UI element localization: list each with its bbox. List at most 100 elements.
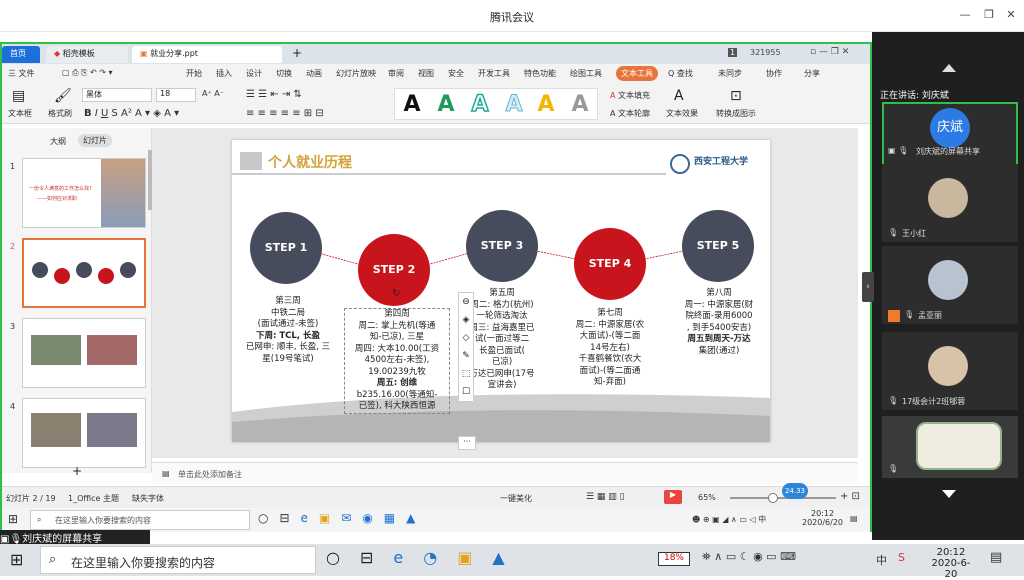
docer-icon: ◆ [54, 49, 63, 58]
tab-slides[interactable]: 幻灯片 [78, 134, 112, 147]
align-buttons[interactable]: ≡ ≡ ≡ ≡ ≡ ⊞ ⊟ [246, 108, 324, 119]
collaborate-button[interactable]: 协作 [766, 68, 782, 79]
play-slideshow-icon[interactable]: ▶ [664, 490, 682, 504]
more-options-icon[interactable]: ··· [458, 436, 476, 450]
missing-font-button[interactable]: 缺失字体 [132, 493, 164, 504]
style-light-blue-a[interactable]: A [502, 92, 526, 118]
style-grey-a[interactable]: A [568, 92, 592, 118]
font-select[interactable]: 黑体 [82, 88, 152, 102]
step-2-line: b235.16.00(等通知- [356, 389, 438, 400]
thumb-number-1: 1 [10, 162, 16, 171]
close-icon[interactable]: ✕ [1002, 8, 1020, 24]
text-fill-button[interactable]: A 文本填充 [610, 90, 650, 101]
inner-search-box[interactable]: ⌕ 在这里输入你要搜索的内容 [30, 510, 250, 530]
step-2-textbox-selected[interactable]: 第四周 周二: 掌上先机(等通 知-已凉), 三星 周四: 大本10.00(工资… [344, 308, 450, 414]
step-4-text[interactable]: 第七周 周二: 中源家居(农 大面试)-(等二面 14号左右) 千喜鹤餐饮(农大… [564, 308, 656, 389]
menu-security[interactable]: 安全 [448, 68, 464, 79]
scroll-up-icon[interactable] [942, 64, 956, 72]
text-effect-icon[interactable]: A [674, 88, 684, 104]
user-id[interactable]: 321955 [750, 48, 781, 57]
share-button[interactable]: 分享 [804, 68, 820, 79]
notes-area[interactable]: ▤ 单击此处添加备注 [152, 462, 858, 484]
minimize-icon[interactable]: — [956, 8, 974, 24]
step-3-circle[interactable]: STEP 3 [466, 210, 538, 282]
inner-notification-icon[interactable]: ▤ [850, 514, 858, 523]
menu-review[interactable]: 审阅 [388, 68, 404, 79]
menu-devtools[interactable]: 开发工具 [478, 68, 510, 79]
thumbnail-slide-2[interactable] [22, 238, 146, 308]
menu-design[interactable]: 设计 [246, 68, 262, 79]
step-5-text[interactable]: 第八周 周一: 中源家居(财 院终面-录用6000 , 到手5400安吉) 周五… [672, 288, 766, 357]
participant-tile[interactable]: 🎙 孟亚丽 [882, 246, 1018, 324]
menu-features[interactable]: 特色功能 [524, 68, 556, 79]
beautify-button[interactable]: 一键美化 [500, 493, 532, 504]
restore-icon[interactable]: ❐ [980, 8, 998, 24]
style-green-a[interactable]: A [434, 92, 458, 118]
step-1-text[interactable]: 第三周 中铁二局 (面试通过-未签) 下周: TCL, 长盈 已网申: 顺丰, … [232, 296, 344, 365]
step-4-circle[interactable]: STEP 4 [574, 228, 646, 300]
battery-indicator[interactable]: 18% [658, 552, 690, 566]
add-slide-icon[interactable]: + [72, 464, 82, 478]
font-size-select[interactable]: 18 [156, 88, 196, 102]
style-yellow-a[interactable]: A [534, 92, 558, 118]
quick-access-icons[interactable]: ▢ ⎙ ⎘ ↶ ↷ ▾ [62, 68, 113, 78]
notification-center-icon[interactable]: ▤ [990, 550, 1002, 565]
sogou-icon[interactable]: S [898, 551, 905, 564]
menu-file[interactable]: 三 文件 [8, 68, 35, 79]
style-teal-outline-a[interactable]: A [468, 91, 492, 118]
thumbnail-slide-4[interactable] [22, 398, 146, 468]
text-style-buttons[interactable]: B I U S A² A ▾ ◈ A ▾ [84, 108, 179, 119]
menu-text-tools[interactable]: 文本工具 [616, 66, 658, 81]
tray-icons[interactable]: ⛯ ∧ ▭ ☾ ◉ ▭ ⌨ [702, 550, 796, 564]
tab-docer[interactable]: ◆ 稻壳模板 [46, 46, 128, 63]
style-black-a[interactable]: A [400, 92, 424, 118]
font-grow-icons[interactable]: A⁺ A⁻ [202, 89, 224, 98]
tab-home[interactable]: 首页 [2, 46, 40, 63]
zoom-in-icon[interactable]: + ⊡ [840, 491, 860, 502]
menu-insert[interactable]: 插入 [216, 68, 232, 79]
windows-start-icon[interactable]: ⊞ [8, 512, 18, 526]
thumbnail-slide-3[interactable] [22, 318, 146, 388]
ime-indicator[interactable]: 中 [876, 552, 887, 568]
participant-tile[interactable]: 🎙 王小红 [882, 164, 1018, 242]
collapse-panel-icon[interactable]: › [862, 272, 874, 302]
menu-view[interactable]: 视图 [418, 68, 434, 79]
rotate-handle-icon[interactable]: ↻ [392, 288, 400, 299]
inner-tray-icons[interactable]: ☻ ⊕ ▣ ◢ ∧ ▭ ◁ 中 [692, 514, 766, 525]
convert-diagram-icon[interactable]: ⊡ [730, 88, 742, 104]
textbox-icon[interactable]: ▤ [12, 88, 25, 104]
new-tab-icon[interactable]: + [292, 46, 302, 60]
menu-transition[interactable]: 切换 [276, 68, 292, 79]
menu-find[interactable]: Q 查找 [668, 68, 693, 79]
textbox-label: 文本框 [8, 109, 32, 118]
zoom-tooltip: 24.33 [782, 483, 808, 499]
view-mode-icons[interactable]: ☰ ▦ ▥ ▯ [586, 492, 625, 502]
inner-taskbar-app-icons[interactable]: ○⊟e▣✉◉▦▲ [258, 511, 426, 525]
windows-start-icon[interactable]: ⊞ [10, 550, 23, 569]
menu-drawing[interactable]: 绘图工具 [570, 68, 602, 79]
tab-ppt-file[interactable]: ▣ 就业分享.ppt [132, 46, 282, 63]
step-5-circle[interactable]: STEP 5 [682, 210, 754, 282]
zoom-slider[interactable] [730, 497, 836, 499]
scroll-down-icon[interactable] [942, 490, 956, 498]
menu-start[interactable]: 开始 [186, 68, 202, 79]
taskbar-search-box[interactable]: ⌕ 在这里输入你要搜索的内容 [40, 546, 316, 574]
participant-tile[interactable]: 🎙 17级会计2班郇蓉 [882, 332, 1018, 410]
taskbar-clock[interactable]: 20:12 2020-6-20 [928, 547, 974, 580]
menu-slideshow[interactable]: 幻灯片放映 [336, 68, 376, 79]
sync-status[interactable]: 未同步 [718, 68, 742, 79]
wps-window-controls[interactable]: ▫ — ❐ ✕ [810, 47, 849, 57]
thumbnail-slide-1[interactable]: 一份令人满意的工作怎么找? ——如何应对求职 [22, 158, 146, 228]
step-2-line: 19.00239九牧 [368, 366, 426, 377]
text-outline-button[interactable]: A 文本轮廓 [610, 108, 650, 119]
avatar [916, 422, 1002, 470]
step-1-circle[interactable]: STEP 1 [250, 212, 322, 284]
list-buttons[interactable]: ☰ ☰ ⇤ ⇥ ⇅ [246, 89, 302, 100]
tab-outline[interactable]: 大纲 [50, 136, 66, 147]
floating-shape-toolbar[interactable]: ⊖ ◈ ◇ ✎ ⬚ ☐ [458, 292, 474, 402]
zoom-slider-thumb[interactable] [768, 493, 778, 503]
format-brush-icon[interactable]: 🖌 [54, 88, 72, 104]
menu-animation[interactable]: 动画 [306, 68, 322, 79]
taskbar-app-icons[interactable]: ○⊟e◔▣▲ [326, 548, 525, 567]
participant-tile[interactable]: 🎙 [882, 416, 1018, 478]
